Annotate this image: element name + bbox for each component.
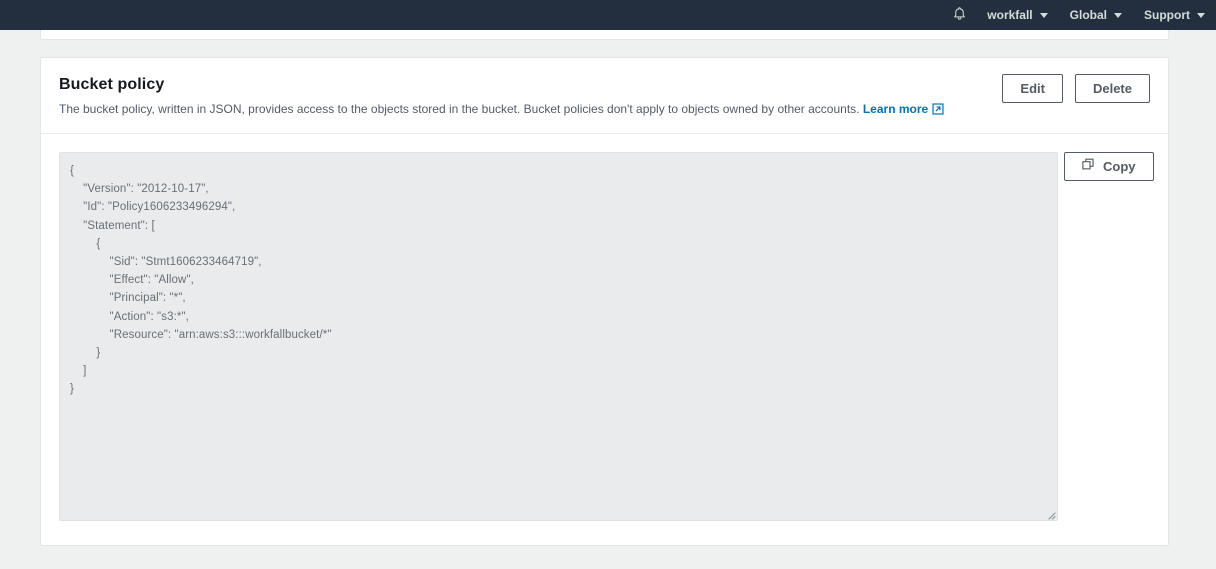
copy-button-wrapper: Copy [1064, 152, 1154, 181]
page-scroll-area: Bucket policy The bucket policy, written… [0, 0, 1204, 569]
copy-button[interactable]: Copy [1064, 152, 1154, 181]
nav-item-support[interactable]: Support [1133, 0, 1216, 30]
card-header: Bucket policy The bucket policy, written… [41, 58, 1168, 134]
card-description: The bucket policy, written in JSON, prov… [59, 101, 1150, 119]
notifications-button[interactable] [943, 0, 976, 30]
copy-button-label: Copy [1103, 159, 1136, 174]
nav-item-label: workfall [987, 8, 1033, 22]
edit-button[interactable]: Edit [1002, 74, 1063, 103]
copy-icon [1082, 158, 1096, 175]
nav-item-account[interactable]: workfall [976, 0, 1058, 30]
nav-item-region[interactable]: Global [1059, 0, 1133, 30]
chevron-down-icon [1039, 12, 1048, 18]
bell-icon [952, 6, 967, 25]
card-header-actions: Edit Delete [1002, 74, 1150, 103]
bucket-policy-card: Bucket policy The bucket policy, written… [40, 57, 1169, 546]
learn-more-link[interactable]: Learn more [863, 102, 944, 116]
delete-button[interactable]: Delete [1074, 74, 1150, 103]
top-navigation-bar: workfall Global Support [0, 0, 1216, 30]
learn-more-label: Learn more [862, 102, 929, 116]
policy-editor-wrapper: { "Version": "2012-10-17", "Id": "Policy… [59, 152, 1058, 521]
nav-item-label: Support [1144, 8, 1190, 22]
nav-item-label: Global [1069, 8, 1107, 22]
chevron-down-icon [1197, 12, 1205, 18]
external-link-icon [932, 103, 944, 119]
bucket-policy-code[interactable]: { "Version": "2012-10-17", "Id": "Policy… [59, 152, 1058, 521]
page-title: Bucket policy [59, 76, 165, 93]
card-description-text: The bucket policy, written in JSON, prov… [59, 102, 860, 116]
card-body: { "Version": "2012-10-17", "Id": "Policy… [41, 134, 1168, 561]
chevron-down-icon [1114, 12, 1122, 18]
